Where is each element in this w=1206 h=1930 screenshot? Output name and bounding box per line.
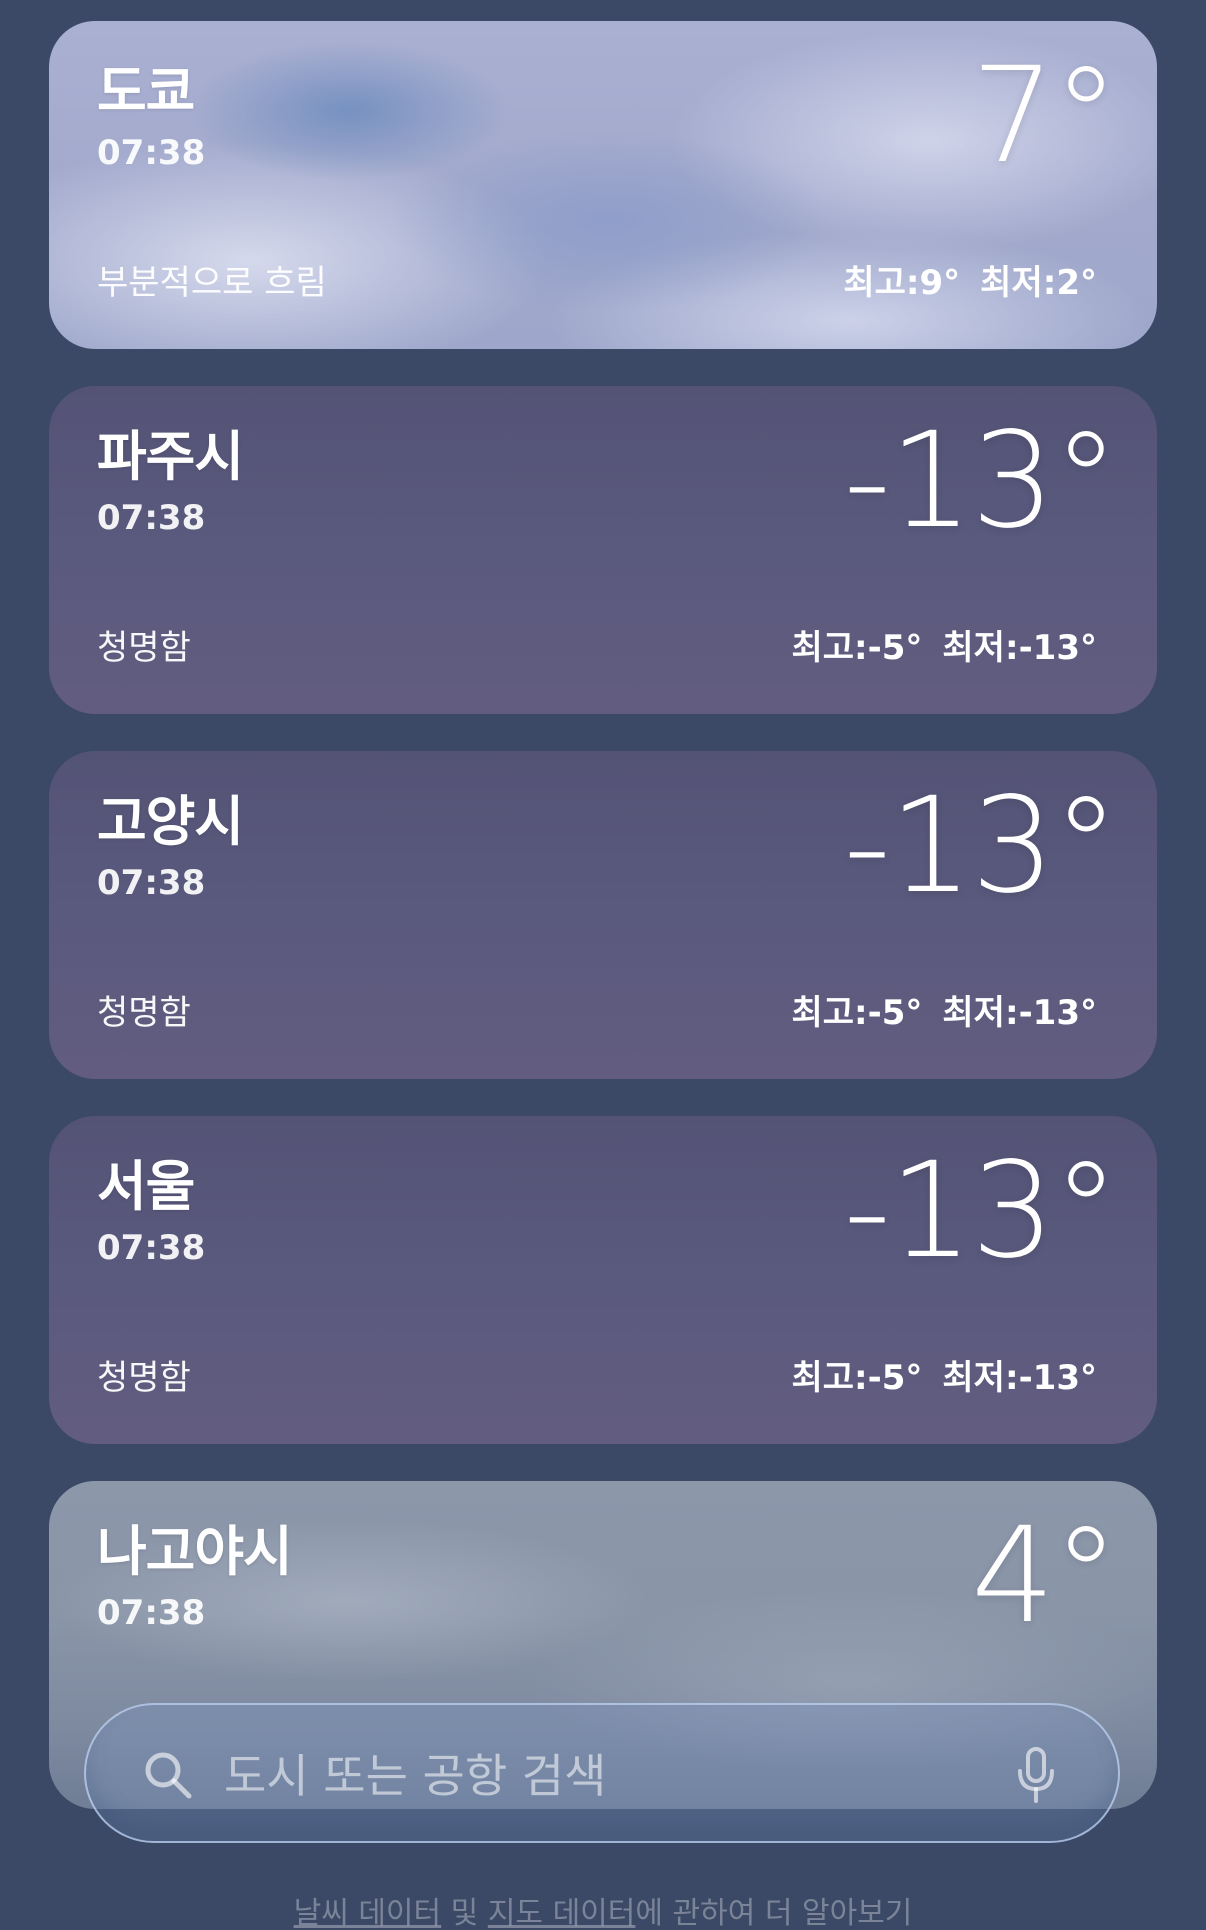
current-temperature: -13° bbox=[843, 1134, 1119, 1288]
high-low-temperature: 최고:-5° 최저:-13° bbox=[791, 628, 1097, 668]
city-time: 07:38 bbox=[97, 1593, 206, 1633]
low-temp: 최저:-13° bbox=[942, 1358, 1097, 1398]
city-card-seoul[interactable]: 서울 07:38 -13° 청명함 최고:-5° 최저:-13° bbox=[49, 1116, 1157, 1444]
high-temp: 최고:9° bbox=[843, 263, 961, 303]
current-temperature: -13° bbox=[843, 769, 1119, 923]
weather-condition: 청명함 bbox=[97, 1358, 191, 1398]
search-input[interactable]: 도시 또는 공항 검색 bbox=[224, 1749, 606, 1803]
city-time: 07:38 bbox=[97, 133, 206, 173]
city-card-paju[interactable]: 파주시 07:38 -13° 청명함 최고:-5° 최저:-13° bbox=[49, 386, 1157, 714]
high-temp: 최고:-5° bbox=[791, 1358, 923, 1398]
search-icon bbox=[145, 1752, 192, 1799]
high-low-temperature: 최고:-5° 최저:-13° bbox=[791, 1358, 1097, 1398]
footer-separator: 및 bbox=[441, 1896, 488, 1930]
high-temp: 최고:-5° bbox=[791, 993, 923, 1033]
city-name: 서울 bbox=[97, 1155, 195, 1218]
city-name: 나고야시 bbox=[97, 1520, 293, 1583]
weather-data-link[interactable]: 날씨 데이터 bbox=[294, 1896, 442, 1930]
weather-condition: 청명함 bbox=[97, 628, 191, 668]
current-temperature: -13° bbox=[843, 404, 1119, 558]
high-low-temperature: 최고:9° 최저:2° bbox=[843, 263, 1097, 303]
high-low-temperature: 최고:-5° 최저:-13° bbox=[791, 993, 1097, 1033]
city-card-tokyo[interactable]: 도쿄 07:38 7° 부분적으로 흐림 최고:9° 최저:2° bbox=[49, 21, 1157, 349]
high-temp: 최고:-5° bbox=[791, 628, 923, 668]
city-name: 도쿄 bbox=[97, 60, 195, 123]
microphone-icon[interactable] bbox=[1016, 1747, 1056, 1803]
footer-info: 날씨 데이터 및 지도 데이터에 관하여 더 알아보기 bbox=[0, 1888, 1206, 1930]
city-card-goyang[interactable]: 고양시 07:38 -13° 청명함 최고:-5° 최저:-13° bbox=[49, 751, 1157, 1079]
current-temperature: 4° bbox=[971, 1499, 1119, 1653]
weather-condition: 청명함 bbox=[97, 993, 191, 1033]
city-time: 07:38 bbox=[97, 498, 206, 538]
map-data-link[interactable]: 지도 데이터 bbox=[488, 1896, 636, 1930]
weather-condition: 부분적으로 흐림 bbox=[97, 263, 327, 303]
search-bar[interactable]: 도시 또는 공항 검색 bbox=[84, 1703, 1120, 1843]
low-temp: 최저:2° bbox=[980, 263, 1097, 303]
city-time: 07:38 bbox=[97, 1228, 206, 1268]
current-temperature: 7° bbox=[971, 39, 1119, 193]
city-time: 07:38 bbox=[97, 863, 206, 903]
city-name: 고양시 bbox=[97, 790, 244, 853]
weather-city-list: 도쿄 07:38 7° 부분적으로 흐림 최고:9° 최저:2° 파주시 07:3… bbox=[0, 0, 1206, 1930]
low-temp: 최저:-13° bbox=[942, 628, 1097, 668]
city-name: 파주시 bbox=[97, 425, 244, 488]
low-temp: 최저:-13° bbox=[942, 993, 1097, 1033]
footer-tail: 에 관하여 더 알아보기 bbox=[635, 1896, 913, 1930]
